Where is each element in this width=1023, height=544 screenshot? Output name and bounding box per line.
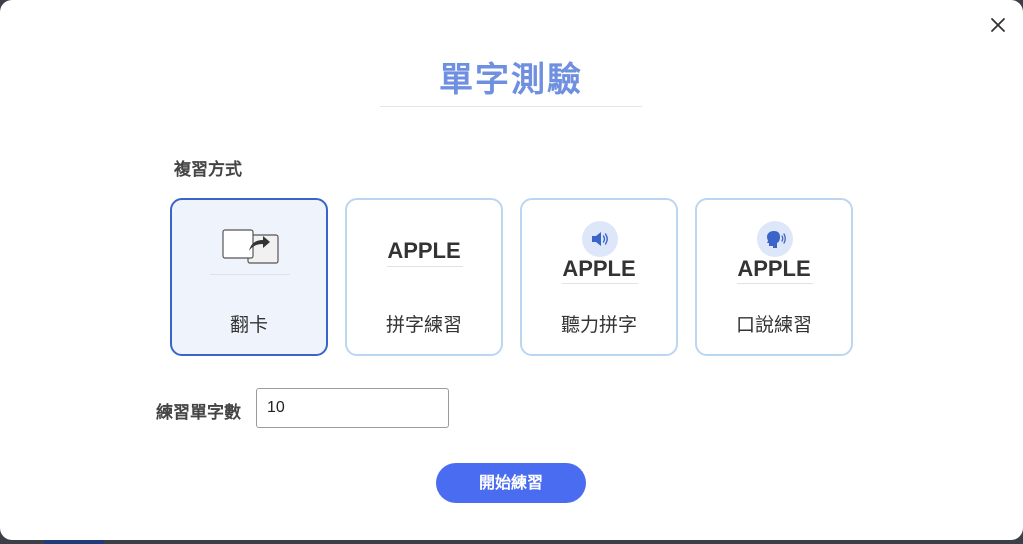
- modal-title: 單字測驗: [439, 60, 583, 100]
- mode-label: 拼字練習: [385, 314, 462, 336]
- flip-card-icon: [222, 229, 279, 264]
- quiz-modal: 單字測驗 複習方式 翻卡 APPLE 拼字練習 APPLE 聽力拼字 APPLE…: [0, 0, 1023, 540]
- close-button[interactable]: [986, 13, 1010, 37]
- mode-label: 翻卡: [229, 314, 268, 336]
- preview-word: APPLE: [387, 238, 461, 263]
- speaking-head-icon-badge: [757, 221, 793, 257]
- title-divider: [380, 106, 642, 107]
- review-mode-label: 複習方式: [174, 160, 242, 180]
- word-underline: [737, 283, 813, 284]
- close-icon: [991, 18, 1005, 32]
- speaker-icon-badge: [582, 221, 618, 257]
- word-underline: [387, 266, 463, 267]
- preview-word: APPLE: [737, 256, 811, 281]
- start-practice-button[interactable]: 開始練習: [436, 463, 586, 503]
- mode-option-spelling[interactable]: APPLE 拼字練習: [345, 198, 503, 356]
- mode-option-listening[interactable]: APPLE 聽力拼字: [520, 198, 678, 356]
- speaking-head-icon: [767, 231, 786, 248]
- card-divider: [210, 274, 290, 275]
- mode-option-flip-card[interactable]: 翻卡: [170, 198, 328, 356]
- mode-label: 聽力拼字: [560, 314, 637, 336]
- preview-word: APPLE: [562, 256, 636, 281]
- word-count-input[interactable]: [256, 388, 449, 428]
- word-count-label: 練習單字數: [156, 403, 241, 423]
- mode-option-speaking[interactable]: APPLE 口說練習: [695, 198, 853, 356]
- mode-label: 口說練習: [735, 314, 812, 336]
- word-underline: [562, 283, 638, 284]
- speaker-icon: [592, 232, 608, 246]
